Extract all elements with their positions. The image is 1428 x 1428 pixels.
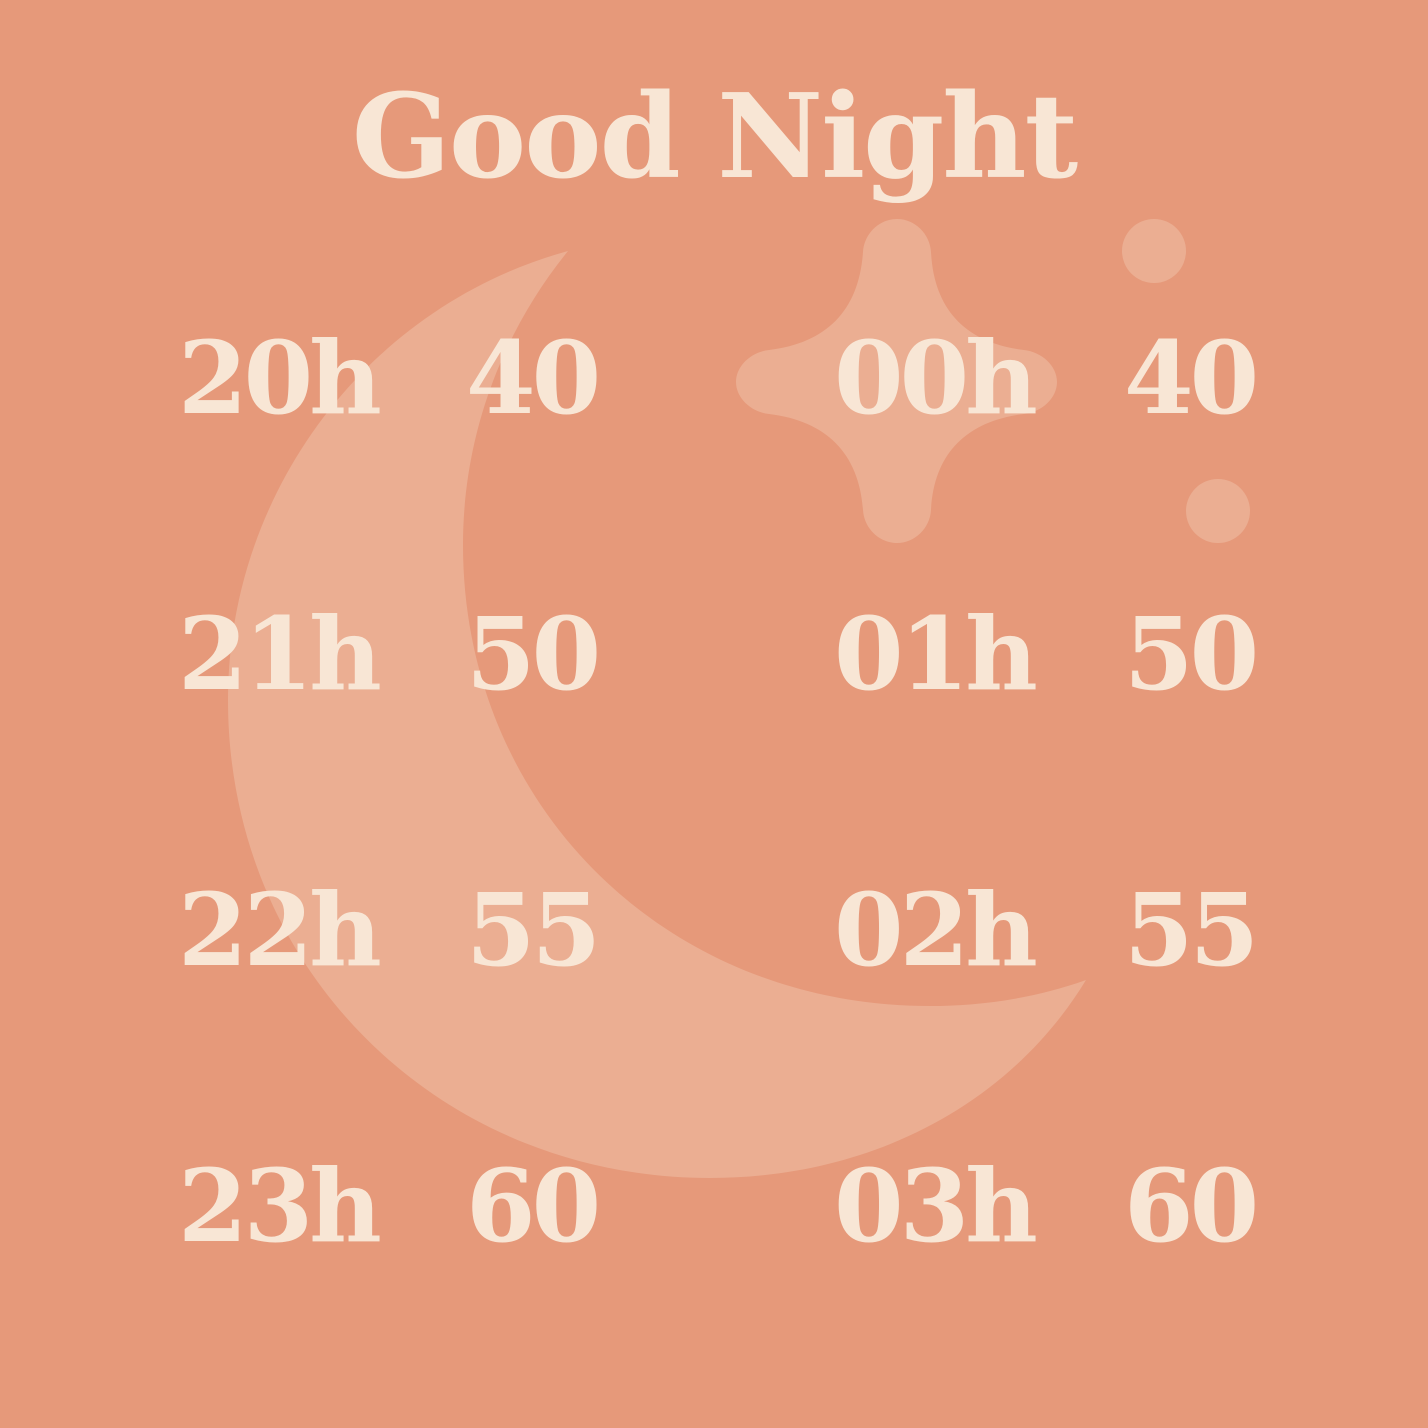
hour-value: 40 xyxy=(466,319,601,437)
hour-value: 55 xyxy=(466,871,601,989)
hour-value: 50 xyxy=(466,595,601,713)
dot-icon xyxy=(1122,219,1186,283)
hour-label: 23h xyxy=(178,1147,382,1265)
good-night-card: Good Night 20h 40 21h 50 22h 55 23h 60 0… xyxy=(0,0,1428,1428)
hour-value: 50 xyxy=(1124,595,1259,713)
hour-value: 60 xyxy=(466,1147,601,1265)
hour-value: 40 xyxy=(1124,319,1259,437)
hour-label: 01h xyxy=(834,595,1038,713)
hour-value: 60 xyxy=(1124,1147,1259,1265)
hour-label: 20h xyxy=(178,319,382,437)
hour-label: 00h xyxy=(834,319,1038,437)
hour-value: 55 xyxy=(1124,871,1259,989)
hour-label: 21h xyxy=(178,595,382,713)
page-title: Good Night xyxy=(351,69,1078,205)
dot-icon xyxy=(1186,479,1250,543)
hour-label: 22h xyxy=(178,871,382,989)
hour-label: 02h xyxy=(834,871,1038,989)
hour-label: 03h xyxy=(834,1147,1038,1265)
